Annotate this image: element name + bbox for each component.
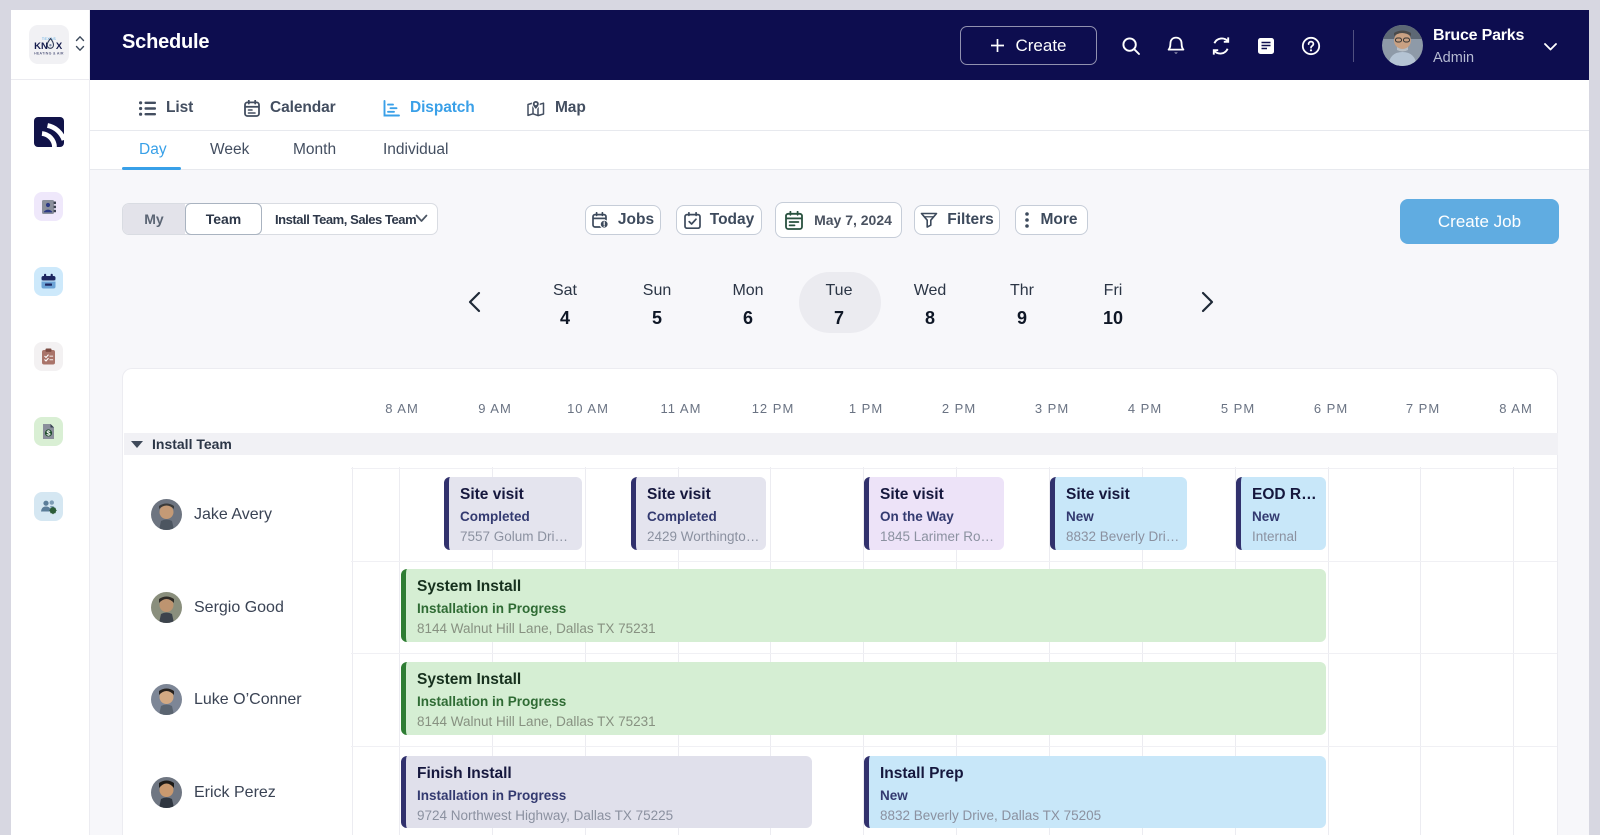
svg-text:X: X	[56, 41, 63, 52]
svg-text:HEATING & AIR: HEATING & AIR	[34, 52, 64, 56]
svg-text:KN: KN	[34, 41, 48, 52]
